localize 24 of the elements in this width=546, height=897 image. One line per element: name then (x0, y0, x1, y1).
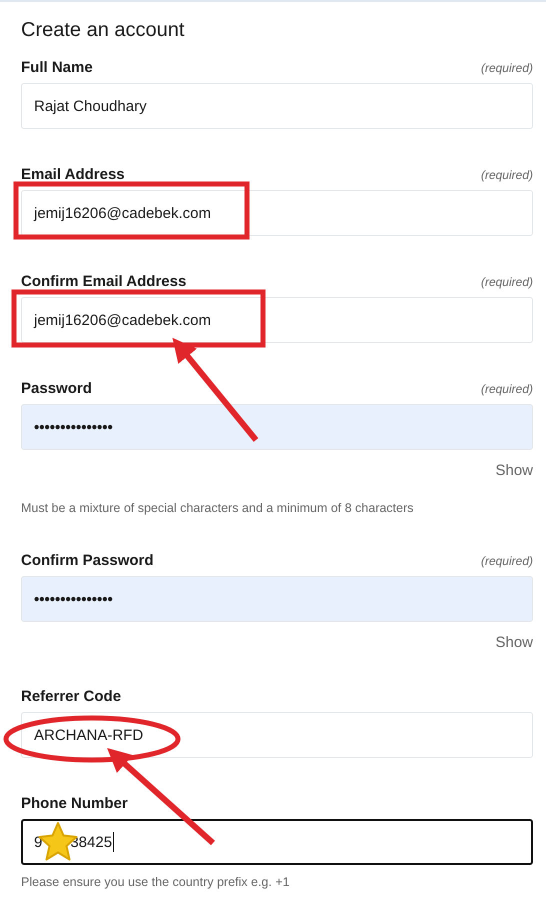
show-password-button[interactable]: Show (495, 634, 533, 651)
hint-text: Please ensure you use the country prefix e.g. +1 (21, 875, 291, 889)
field-label: Password (21, 380, 92, 397)
field-label: Confirm Email Address (21, 273, 186, 290)
required-note: (required) (480, 168, 533, 182)
input-field[interactable]: jemij16206@cadebek.com (21, 190, 533, 236)
input-field[interactable]: ••••••••••••••• (21, 576, 533, 622)
hint-text: Must be a mixture of special characters and a minimum of 8 characters (21, 501, 415, 515)
required-note: (required) (480, 61, 533, 75)
input-field[interactable]: jemij16206@cadebek.com (21, 297, 533, 343)
required-note: (required) (480, 554, 533, 568)
input-field[interactable]: ••••••••••••••• (21, 404, 533, 450)
field-label: Full Name (21, 59, 93, 76)
required-note: (required) (480, 275, 533, 289)
input-field[interactable]: Rajat Choudhary (21, 83, 533, 129)
page-title: Create an account (21, 18, 186, 43)
required-note: (required) (480, 382, 533, 396)
field-label: Phone Number (21, 795, 128, 812)
field-label: Email Address (21, 166, 125, 183)
input-field[interactable]: ARCHANA-RFD (21, 712, 533, 758)
field-label: Referrer Code (21, 688, 122, 705)
show-password-button[interactable]: Show (495, 462, 533, 479)
text-cursor (113, 832, 114, 852)
field-label: Confirm Password (21, 552, 154, 569)
